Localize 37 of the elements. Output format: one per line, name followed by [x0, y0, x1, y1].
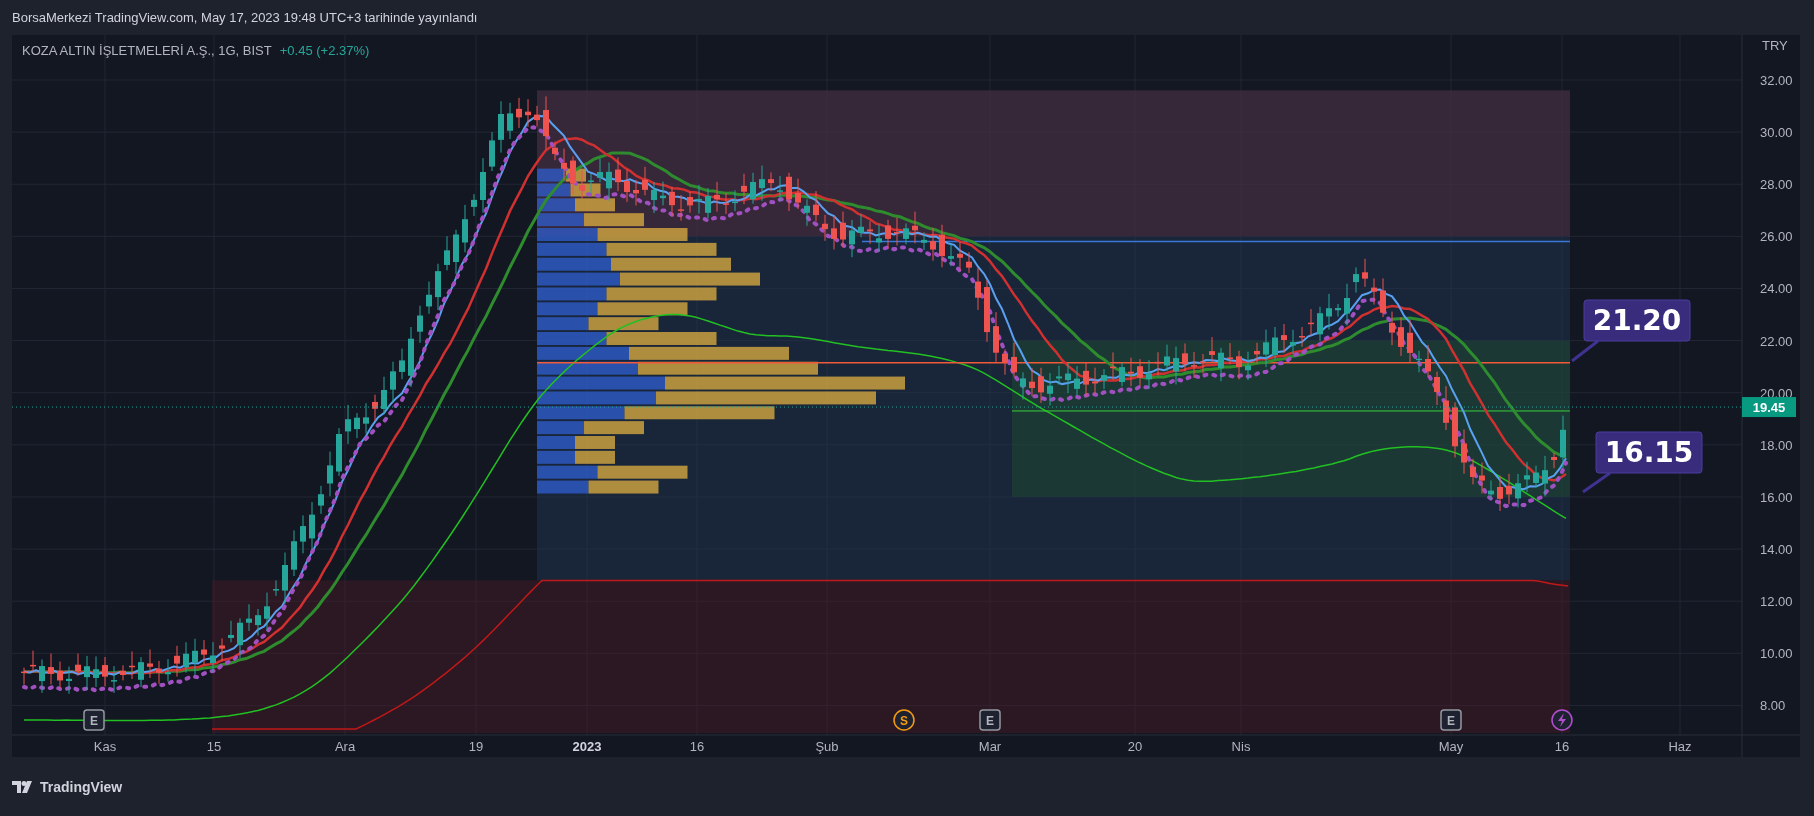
- time-tick: 2023: [572, 739, 602, 754]
- time-tick: 19: [468, 739, 484, 754]
- price-tick: 14.00: [1760, 542, 1793, 558]
- time-tick: Haz: [1668, 739, 1692, 754]
- earnings-marker[interactable]: E: [979, 709, 1001, 731]
- price-tick: 30.00: [1760, 125, 1793, 141]
- price-tick: 26.00: [1760, 229, 1793, 245]
- price-tick: 24.00: [1760, 281, 1793, 297]
- price-tick: 32.00: [1760, 73, 1793, 88]
- time-tick: Kas: [93, 739, 117, 754]
- price-tick: 10.00: [1760, 646, 1793, 662]
- price-callout[interactable]: 16.15: [1595, 431, 1703, 474]
- time-tick: May: [1438, 739, 1464, 754]
- currency-label: TRY: [1762, 38, 1788, 53]
- earnings-marker[interactable]: E: [1440, 709, 1462, 731]
- price-callout[interactable]: 21.20: [1583, 299, 1691, 342]
- price-tick: 18.00: [1760, 437, 1793, 453]
- time-tick: 20: [1127, 739, 1143, 754]
- earnings-marker[interactable]: E: [83, 709, 105, 731]
- price-tick: 28.00: [1760, 177, 1793, 193]
- time-tick: Mar: [978, 739, 1002, 754]
- time-tick: 16: [1554, 739, 1570, 754]
- symbol-title: KOZA ALTIN İŞLETMELERİ A.Ş., 1G, BIST: [22, 43, 272, 58]
- last-price-tag: 19.45: [1742, 397, 1796, 418]
- price-tick: 12.00: [1760, 594, 1793, 610]
- publish-caption: BorsaMerkezi TradingView.com, May 17, 2023 19:48 UTC+3 tarihinde yayınlandı: [12, 10, 478, 25]
- time-tick: Nis: [1231, 739, 1251, 754]
- time-tick: Ara: [334, 739, 356, 754]
- time-tick: 16: [689, 739, 705, 754]
- brand-name: TradingView: [40, 778, 123, 795]
- price-tick: 16.00: [1760, 489, 1793, 505]
- price-tick: 22.00: [1760, 333, 1793, 349]
- time-tick: 15: [206, 739, 222, 754]
- dividend-marker[interactable]: S: [893, 709, 915, 731]
- time-tick: Şub: [815, 739, 839, 754]
- price-tick: 8.00: [1760, 698, 1786, 714]
- price-change: +0.45 (+2.37%): [279, 43, 370, 58]
